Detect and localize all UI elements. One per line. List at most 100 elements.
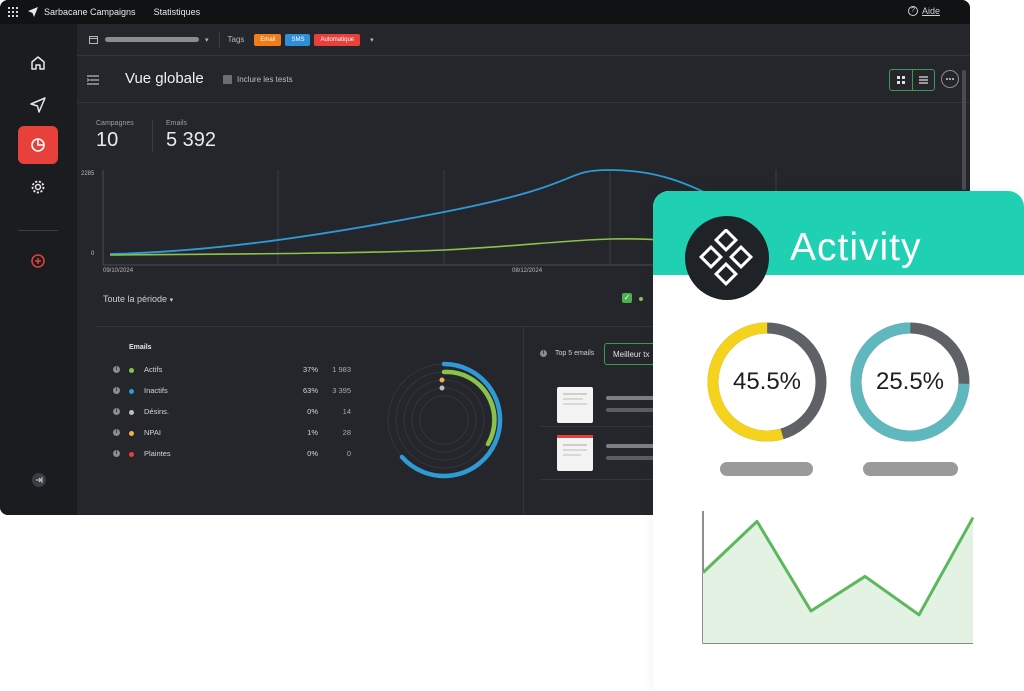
panel-divider — [523, 326, 524, 515]
section-title: Statistiques — [153, 7, 201, 17]
list-view-button[interactable] — [913, 70, 935, 90]
emails-row-count: 3 395 — [332, 386, 351, 395]
kpi-campaigns-value: 10 — [96, 129, 119, 151]
status-dot — [129, 431, 134, 436]
emails-row-name: Actifs — [144, 365, 163, 374]
tag-email[interactable]: Email — [254, 33, 282, 46]
status-dot — [129, 452, 134, 457]
info-icon[interactable]: i — [113, 408, 120, 415]
email-thumbnail[interactable] — [557, 435, 593, 471]
apps-grid-icon[interactable] — [8, 7, 18, 17]
help-link[interactable]: ? Aide — [907, 6, 940, 16]
donut-dot-desins — [439, 385, 445, 391]
emails-row-percent: 0% — [307, 407, 318, 416]
collapse-sidebar-button[interactable] — [32, 473, 46, 487]
period-chevron-icon: ▾ — [169, 297, 174, 304]
email-title-placeholder — [606, 396, 654, 400]
include-tests-label: Inclure les tests — [237, 75, 293, 84]
help-label: Aide — [921, 6, 940, 16]
list-divider — [540, 426, 654, 427]
emails-row-percent: 0% — [307, 449, 318, 458]
activity-sparkline — [701, 511, 975, 644]
activity-card: Activity 45.5% 25.5% — [653, 191, 1024, 691]
sidebar-item-campaigns[interactable] — [18, 86, 58, 124]
legend-checkbox[interactable]: ✓ — [622, 293, 632, 303]
view-switcher — [889, 69, 935, 91]
gear-icon — [31, 180, 45, 194]
info-icon[interactable]: i — [113, 366, 120, 373]
paper-plane-icon — [28, 7, 38, 17]
gauge-2-label-placeholder — [863, 462, 958, 476]
filter-divider — [218, 31, 220, 48]
emails-row: i NPAI 1% 28 — [113, 427, 353, 441]
legend-dot — [639, 297, 643, 301]
top-bar: Sarbacane Campaigns Statistiques ? Aide — [0, 0, 970, 24]
filter-bar: ▾ Tags Email SMS Automatique ▾ — [77, 24, 970, 56]
email-subtitle-placeholder — [606, 456, 654, 460]
emails-row-count: 1 983 — [332, 365, 351, 374]
sidebar-item-settings[interactable] — [18, 168, 58, 206]
tag-automatique[interactable]: Automatique — [314, 33, 361, 46]
top-emails-header: i Top 5 emails — [540, 350, 594, 357]
sort-value: Meilleur tx — [613, 350, 650, 359]
top-emails-label: Top 5 emails — [555, 350, 595, 357]
gauge-1-label-placeholder — [720, 462, 813, 476]
send-icon — [30, 97, 46, 113]
grid-view-button[interactable] — [890, 70, 913, 90]
period-label: Toute la période — [103, 294, 168, 304]
plus-circle-icon — [31, 254, 45, 268]
email-thumbnail[interactable] — [557, 387, 593, 423]
gauge-1-value: 45.5% — [732, 368, 802, 395]
period-select[interactable]: Toute la période ▾ — [103, 294, 173, 304]
emails-row-percent: 63% — [302, 386, 318, 395]
emails-row: i Plaintes 0% 0 — [113, 448, 353, 462]
series-line-inactifs — [109, 169, 721, 255]
emails-row-name: Désins. — [144, 407, 170, 416]
emails-panel-title: Emails — [129, 344, 152, 351]
include-tests-checkbox[interactable] — [223, 75, 232, 84]
info-icon[interactable]: i — [113, 387, 120, 394]
kpi-divider — [152, 120, 153, 152]
tags-chevron-icon[interactable]: ▾ — [370, 36, 374, 44]
donut-dot-npai — [439, 377, 445, 383]
emails-row: i Désins. 0% 14 — [113, 406, 353, 420]
tags-label: Tags — [227, 35, 245, 44]
info-icon[interactable]: i — [113, 450, 120, 457]
tag-sms[interactable]: SMS — [285, 33, 311, 46]
more-options-button[interactable] — [941, 70, 959, 88]
emails-donut — [387, 361, 503, 479]
date-range-select[interactable] — [105, 37, 199, 42]
emails-row-name: NPAI — [144, 428, 161, 437]
email-subtitle-placeholder — [606, 408, 654, 412]
emails-row-count: 0 — [346, 449, 351, 458]
pie-chart-icon — [31, 138, 45, 152]
email-title-placeholder — [606, 444, 654, 448]
grid-view-icon — [896, 76, 905, 84]
home-icon — [31, 56, 45, 70]
status-dot — [129, 389, 134, 394]
emails-row-count: 28 — [342, 428, 351, 437]
help-icon: ? — [907, 6, 918, 16]
chevron-down-icon[interactable]: ▾ — [205, 36, 209, 44]
emails-row-percent: 37% — [302, 365, 318, 374]
x-axis-label-mid: 08/12/2024 — [512, 268, 543, 274]
marketing-composite: Sarbacane Campaigns Statistiques ? Aide — [0, 0, 1024, 691]
y-axis-max-label: 2285 — [81, 171, 95, 177]
info-icon[interactable]: i — [113, 429, 120, 436]
sidebar-item-add[interactable] — [18, 242, 58, 280]
kpi-campaigns-label: Campagnes — [96, 120, 134, 127]
kpi-emails-label: Emails — [166, 120, 188, 127]
emails-row-percent: 1% — [307, 428, 318, 437]
status-dot — [129, 368, 134, 373]
sidebar-item-statistics[interactable] — [18, 126, 58, 164]
kpi-emails-value: 5 392 — [166, 129, 217, 151]
series-line-actifs — [109, 238, 701, 256]
app-name: Sarbacane Campaigns — [44, 7, 136, 17]
list-view-icon — [918, 76, 928, 84]
info-icon[interactable]: i — [540, 350, 547, 357]
scrollbar[interactable] — [962, 70, 966, 190]
x-axis-label-start: 09/10/2024 — [103, 268, 134, 274]
menu-toggle-icon[interactable] — [87, 75, 99, 85]
sidebar-item-home[interactable] — [18, 44, 58, 82]
page-title: Vue globale — [125, 70, 204, 87]
